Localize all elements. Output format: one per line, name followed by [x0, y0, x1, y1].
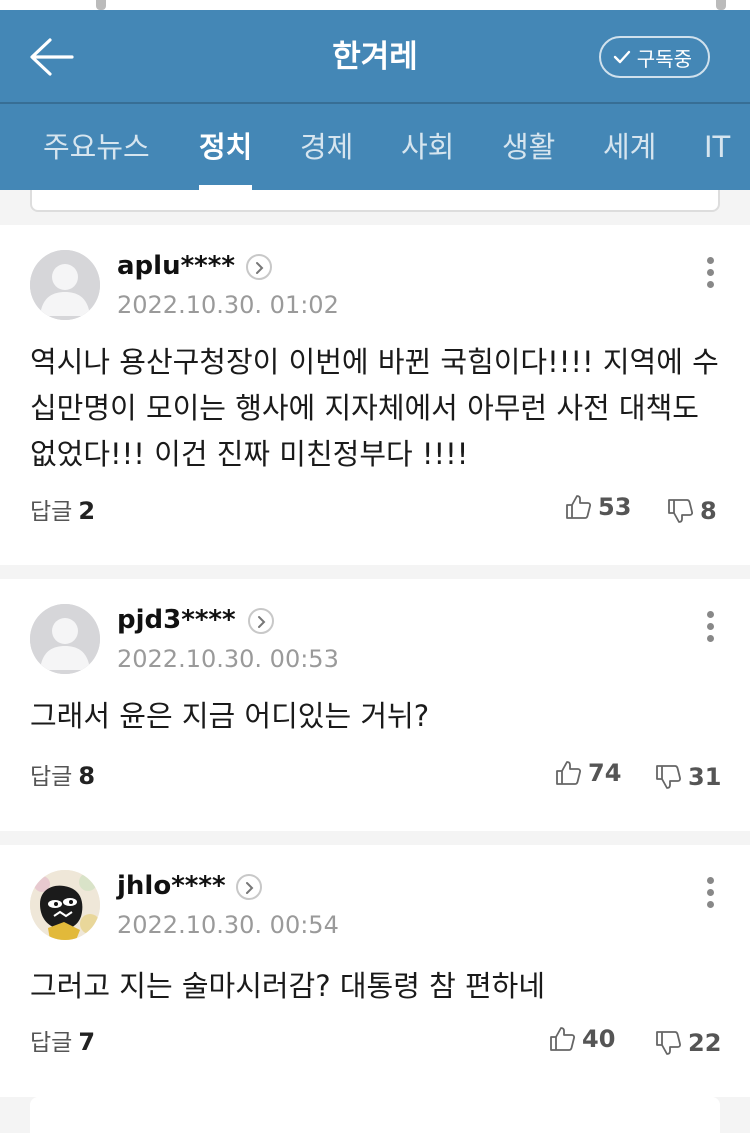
category-tabs: 주요뉴스 정치 경제 사회 생활 세계 IT: [0, 104, 750, 190]
reply-button[interactable]: 답글 2: [30, 495, 95, 528]
dislike-button[interactable]: 31: [654, 763, 721, 791]
more-options-icon[interactable]: [704, 611, 716, 647]
profile-link-icon[interactable]: [236, 874, 262, 900]
reply-button[interactable]: 답글 8: [30, 760, 95, 793]
thumbs-down-icon: [656, 1031, 682, 1055]
more-options-icon[interactable]: [704, 257, 716, 293]
dislike-count: 22: [688, 1029, 722, 1057]
comment-username[interactable]: aplu****: [117, 249, 235, 283]
status-indicator: [716, 0, 726, 10]
tab-life[interactable]: 생활: [502, 104, 555, 190]
comment-text: 그러고 지는 술마시러감? 대통령 참 편하네: [30, 969, 546, 1003]
comment-username[interactable]: jhlo****: [117, 869, 226, 903]
user-silhouette-icon: [30, 604, 100, 674]
comment-separator: [0, 565, 750, 579]
more-options-icon[interactable]: [704, 877, 716, 913]
previous-card-edge: [30, 190, 720, 212]
character-avatar-icon: [30, 870, 100, 940]
profile-link-icon[interactable]: [246, 254, 272, 280]
tab-economy[interactable]: 경제: [300, 104, 353, 190]
comment-timestamp: 2022.10.30. 01:02: [117, 291, 339, 319]
dislike-count: 8: [700, 497, 717, 525]
tab-politics[interactable]: 정치: [199, 104, 253, 190]
comment-text: 역시나 용산구청장이 이번에 바뀐 국힘이다!!!! 지역에 수십만명이 모이는…: [30, 345, 719, 471]
comment-text: 그래서 윤은 지금 어디있는 거뉘?: [30, 699, 430, 733]
dislike-button[interactable]: 22: [654, 1029, 721, 1057]
profile-link-icon[interactable]: [248, 608, 274, 634]
thumbs-up-icon: [566, 495, 592, 519]
tab-society[interactable]: 사회: [401, 104, 454, 190]
subscribe-button[interactable]: 구독중: [598, 36, 710, 78]
check-icon: [613, 50, 630, 64]
top-bar: 한겨레 구독중: [0, 10, 750, 104]
thumbs-up-icon: [550, 1027, 576, 1051]
avatar[interactable]: [30, 250, 100, 320]
app-header: 한겨레 구독중 주요뉴스 정치 경제 사회 생활 세계 IT: [0, 10, 750, 190]
thumbs-down-icon: [668, 499, 694, 523]
reply-count: 8: [78, 762, 96, 790]
status-indicator: [96, 0, 106, 10]
thumbs-down-icon: [656, 765, 682, 789]
like-button[interactable]: 53: [564, 493, 631, 521]
status-bar: [0, 0, 750, 10]
like-count: 53: [598, 493, 632, 521]
like-button[interactable]: 74: [554, 759, 621, 787]
next-comment-edge: [30, 1097, 720, 1133]
like-count: 40: [582, 1025, 616, 1053]
thumbs-up-icon: [556, 761, 582, 785]
like-count: 74: [588, 759, 622, 787]
reply-label: 답글: [30, 764, 73, 790]
tab-world[interactable]: 세계: [603, 104, 656, 190]
like-button[interactable]: 40: [548, 1025, 615, 1053]
tab-it[interactable]: IT: [704, 104, 730, 190]
user-silhouette-icon: [30, 250, 100, 320]
reply-count: 7: [78, 1028, 96, 1056]
reply-label: 답글: [30, 1030, 73, 1056]
avatar[interactable]: [30, 604, 100, 674]
comment-timestamp: 2022.10.30. 00:54: [117, 911, 339, 939]
dislike-count: 31: [688, 763, 722, 791]
tab-main-news[interactable]: 주요뉴스: [43, 104, 150, 190]
comment-item: aplu**** 2022.10.30. 01:02 역시나 용산구청장이 이번…: [0, 225, 750, 565]
reply-button[interactable]: 답글 7: [30, 1026, 95, 1059]
comment-username[interactable]: pjd3****: [117, 603, 236, 637]
back-arrow-icon[interactable]: [26, 34, 78, 80]
comment-item: jhlo**** 2022.10.30. 00:54 그러고 지는 술마시러감?…: [0, 845, 750, 1097]
reply-count: 2: [78, 497, 96, 525]
comment-separator: [0, 831, 750, 845]
comment-item: pjd3**** 2022.10.30. 00:53 그래서 윤은 지금 어디있…: [0, 579, 750, 831]
avatar[interactable]: [30, 870, 100, 940]
dislike-button[interactable]: 8: [666, 497, 717, 525]
subscribe-label: 구독중: [636, 46, 692, 71]
reply-label: 답글: [30, 499, 73, 525]
comment-timestamp: 2022.10.30. 00:53: [117, 645, 339, 673]
